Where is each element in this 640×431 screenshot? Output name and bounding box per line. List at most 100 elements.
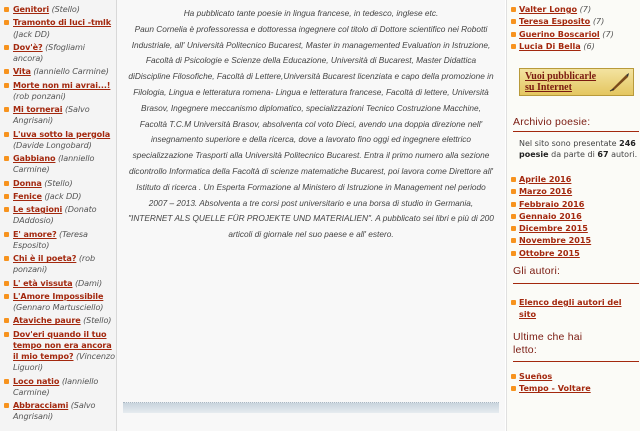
archive-intro-mid: da parte di bbox=[551, 149, 595, 159]
author-link[interactable]: Teresa Esposito bbox=[519, 16, 590, 26]
list-item[interactable]: Mi tornerai (Salvo Angrisani) bbox=[0, 104, 116, 126]
poem-author: (Ianniello Carmine) bbox=[33, 66, 109, 77]
list-item[interactable]: Lucia Di Bella (6) bbox=[507, 40, 614, 52]
list-item[interactable]: Tempo - Voltare bbox=[507, 382, 591, 394]
bullet-icon bbox=[4, 107, 9, 113]
top-authors-list: Valter Longo (7) Teresa Esposito (7) Gueri… bbox=[507, 3, 614, 52]
list-item[interactable]: Valter Longo (7) bbox=[507, 3, 614, 15]
poem-title-link[interactable]: Morte non mi avrai...! bbox=[13, 80, 111, 90]
list-item[interactable]: Marzo 2016 bbox=[507, 185, 591, 197]
author-link[interactable]: Lucia Di Bella bbox=[519, 41, 581, 51]
list-item[interactable]: Loco natio (Ianniello Carmine) bbox=[0, 376, 116, 398]
archive-month-link[interactable]: Ottobre 2015 bbox=[519, 248, 580, 258]
list-item[interactable]: Elenco degli autori del sito bbox=[507, 296, 637, 321]
poem-title-link[interactable]: Le stagioni bbox=[13, 204, 62, 214]
archive-months-list: Aprile 2016 Marzo 2016 Febbraio 2016 Gennai… bbox=[507, 173, 591, 259]
poem-title-link[interactable]: Vita bbox=[13, 66, 31, 76]
archive-month-link[interactable]: Aprile 2016 bbox=[519, 174, 571, 184]
list-item[interactable]: Guerino Boscariol (7) bbox=[507, 28, 614, 40]
author-link[interactable]: Valter Longo bbox=[519, 4, 577, 14]
archive-poems-word: poesie bbox=[519, 149, 549, 159]
list-item[interactable]: Fenice (Jack DD) bbox=[0, 191, 116, 202]
bullet-icon bbox=[4, 231, 9, 237]
bullet-icon bbox=[4, 156, 9, 162]
recent-divider bbox=[513, 361, 639, 362]
list-item[interactable]: Abbracciami (Salvo Angrisani) bbox=[0, 400, 116, 422]
poem-author: (Stello) bbox=[44, 177, 73, 188]
poem-title-link[interactable]: E' amore? bbox=[13, 229, 57, 239]
list-item[interactable]: E' amore? (Teresa Esposito) bbox=[0, 229, 116, 251]
quill-pen-icon bbox=[609, 73, 629, 92]
list-item[interactable]: Gabbiano (Ianniello Carmine) bbox=[0, 153, 116, 175]
authors-list-link[interactable]: Elenco degli autori del sito bbox=[519, 297, 621, 319]
poem-title-link[interactable]: Abbracciami bbox=[13, 400, 68, 410]
bullet-icon bbox=[4, 82, 9, 88]
bullet-icon bbox=[4, 44, 9, 50]
list-item[interactable]: Dov'eri quando il tuo tempo non era anco… bbox=[0, 329, 116, 374]
poem-title-link[interactable]: L' età vissuta bbox=[13, 278, 73, 288]
bullet-icon bbox=[4, 331, 9, 337]
poem-title-link[interactable]: L'uva sotto la pergola bbox=[13, 129, 110, 139]
recent-poem-link[interactable]: Tempo - Voltare bbox=[519, 383, 591, 393]
archive-month-link[interactable]: Novembre 2015 bbox=[519, 235, 591, 245]
list-item[interactable]: Aprile 2016 bbox=[507, 173, 591, 185]
list-item[interactable]: L' età vissuta (Dami) bbox=[0, 278, 116, 289]
recent-title-line-1: Ultime che hai bbox=[513, 331, 583, 343]
list-item[interactable]: Vita (Ianniello Carmine) bbox=[0, 66, 116, 77]
poem-author: (Stello) bbox=[83, 315, 112, 326]
list-item[interactable]: Ottobre 2015 bbox=[507, 247, 591, 259]
bio-paragraph-languages: Ha pubblicato tante poesie in lingua fra… bbox=[183, 8, 439, 18]
archive-month-link[interactable]: Dicembre 2015 bbox=[519, 223, 588, 233]
poem-title-link[interactable]: Chi è il poeta? bbox=[13, 253, 76, 263]
publish-online-banner[interactable]: Vuoi pubblicarle su Internet bbox=[519, 68, 634, 96]
bullet-icon bbox=[4, 7, 9, 12]
author-poem-count: (7) bbox=[602, 28, 614, 39]
bullet-icon bbox=[4, 131, 9, 137]
poem-title-link[interactable]: Gabbiano bbox=[13, 153, 56, 163]
list-item[interactable]: Sueños bbox=[507, 370, 591, 382]
poem-title-link[interactable]: Genitori bbox=[13, 4, 49, 14]
list-item[interactable]: Genitori (Stello) bbox=[0, 4, 116, 15]
bullet-icon bbox=[511, 189, 516, 195]
bullet-icon bbox=[4, 207, 9, 213]
poem-author: (Jack DD) bbox=[13, 28, 50, 39]
list-item[interactable]: Teresa Esposito (7) bbox=[507, 15, 614, 27]
poem-title-link[interactable]: Mi tornerai bbox=[13, 104, 63, 114]
list-item[interactable]: Morte non mi avrai...! (rob ponzani) bbox=[0, 80, 116, 102]
poem-title-link[interactable]: Fenice bbox=[13, 191, 42, 201]
archive-month-link[interactable]: Marzo 2016 bbox=[519, 186, 572, 196]
poem-title-link[interactable]: Tramonto di luci -tmlk bbox=[13, 17, 111, 27]
list-item[interactable]: Novembre 2015 bbox=[507, 234, 591, 246]
bullet-icon bbox=[4, 318, 9, 324]
bullet-icon bbox=[511, 177, 516, 182]
bullet-icon bbox=[511, 226, 516, 232]
list-item[interactable]: Gennaio 2016 bbox=[507, 210, 591, 222]
list-item[interactable]: Chi è il poeta? (rob ponzani) bbox=[0, 253, 116, 275]
list-item[interactable]: Tramonto di luci -tmlk (Jack DD) bbox=[0, 17, 116, 39]
poem-title-link[interactable]: Donna bbox=[13, 178, 42, 188]
bullet-icon bbox=[4, 403, 9, 409]
bullet-icon bbox=[4, 193, 9, 199]
list-item[interactable]: Ataviche paure (Stello) bbox=[0, 315, 116, 326]
archive-divider bbox=[513, 131, 639, 132]
poem-title-link[interactable]: Ataviche paure bbox=[13, 315, 81, 325]
poem-title-link[interactable]: L'Amore Impossibile bbox=[13, 291, 103, 301]
list-item[interactable]: Le stagioni (Donato DAddosio) bbox=[0, 204, 116, 226]
author-link[interactable]: Guerino Boscariol bbox=[519, 29, 600, 39]
list-item[interactable]: Febbraio 2016 bbox=[507, 198, 591, 210]
bullet-icon bbox=[511, 374, 516, 379]
list-item[interactable]: Donna (Stello) bbox=[0, 178, 116, 189]
archive-month-link[interactable]: Febbraio 2016 bbox=[519, 199, 584, 209]
archive-intro-post: autori. bbox=[611, 149, 638, 159]
poem-title-link[interactable]: Dov'è? bbox=[13, 42, 43, 52]
bullet-icon bbox=[511, 7, 516, 12]
list-item[interactable]: Dov'è? (Sfogliami ancora) bbox=[0, 42, 116, 64]
recent-poem-link[interactable]: Sueños bbox=[519, 371, 552, 381]
list-item[interactable]: L'uva sotto la pergola (Davide Longobard… bbox=[0, 129, 116, 151]
archive-month-link[interactable]: Gennaio 2016 bbox=[519, 211, 582, 221]
right-sidebar: Valter Longo (7) Teresa Esposito (7) Gueri… bbox=[506, 0, 640, 431]
list-item[interactable]: L'Amore Impossibile (Gennaro Martusciell… bbox=[0, 291, 116, 313]
list-item[interactable]: Dicembre 2015 bbox=[507, 222, 591, 234]
poem-title-link[interactable]: Loco natio bbox=[13, 376, 59, 386]
content-footer-band bbox=[123, 402, 499, 413]
